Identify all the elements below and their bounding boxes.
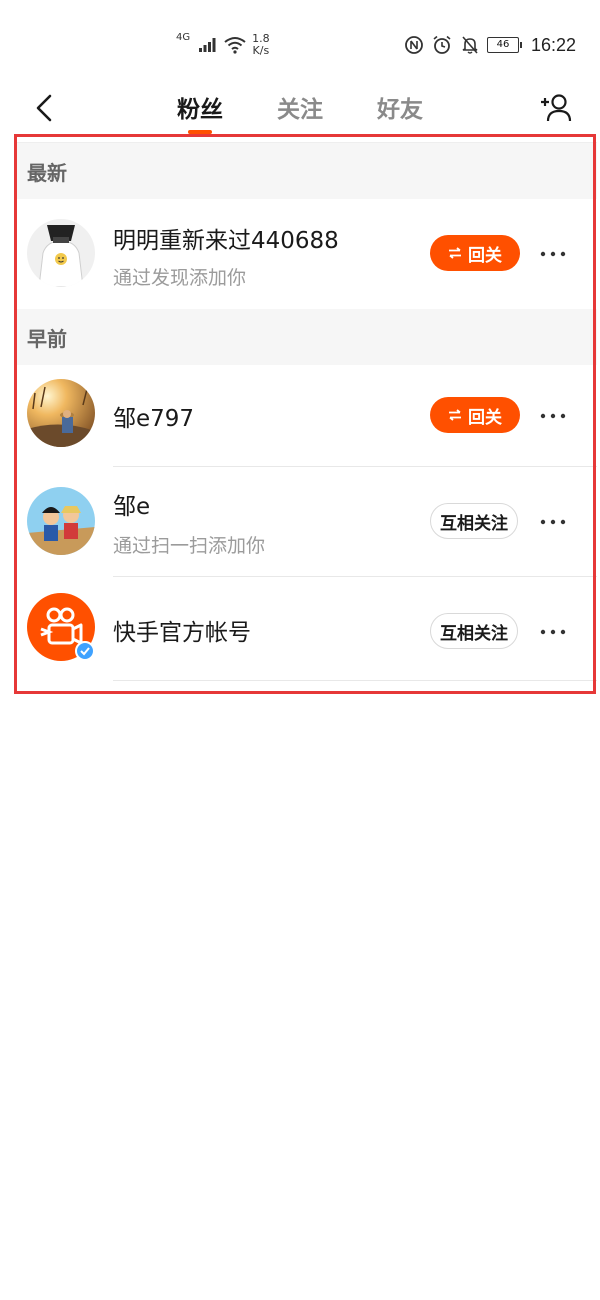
mute-icon [459,34,481,56]
more-dots-icon [540,519,566,525]
network-type: 4G [176,31,191,43]
tab-following[interactable]: 关注 [277,80,323,140]
alarm-icon [431,34,453,56]
user-name[interactable]: 邹e797 [113,399,194,433]
user-name[interactable]: 邹e [113,487,150,521]
tab-friends[interactable]: 好友 [377,80,423,140]
row-divider [113,680,597,681]
list-item[interactable]: 快手官方帐号 互相关注 [17,577,597,681]
tab-bar: 粉丝 关注 好友 [0,80,600,140]
add-user-icon [541,94,572,122]
more-dots-icon [540,413,566,419]
list-item[interactable]: 明明重新来过440688 通过发现添加你 回关 [17,199,597,309]
more-options-button[interactable] [537,617,569,647]
status-bar: 4G 1.8 K/s 46 16:22 [0,0,600,80]
tab-fans[interactable]: 粉丝 [177,80,223,140]
mutual-follow-button[interactable]: 互相关注 [430,613,518,649]
user-source: 通过发现添加你 [113,267,247,289]
top-nav: 粉丝 关注 好友 [0,80,600,140]
follow-back-label: 回关 [468,245,502,266]
clock: 16:22 [530,34,576,55]
avatar[interactable] [27,219,95,287]
follow-back-button[interactable]: 回关 [430,235,520,271]
more-options-button[interactable] [537,239,569,269]
nfc-icon [403,34,425,56]
section-header-earlier: 早前 [17,309,597,365]
battery-icon: 46 [486,37,522,53]
net-speed-unit: K/s [252,44,270,57]
swap-arrows-icon [449,247,461,259]
avatar[interactable] [27,487,95,555]
more-dots-icon [540,251,566,257]
user-name[interactable]: 明明重新来过440688 [113,221,339,255]
more-options-button[interactable] [537,507,569,537]
mutual-follow-button[interactable]: 互相关注 [430,503,518,539]
section-header-latest: 最新 [17,143,597,199]
user-source: 通过扫一扫添加你 [113,535,266,557]
swap-arrows-icon [449,409,461,421]
follow-back-button[interactable]: 回关 [430,397,520,433]
follow-back-label: 回关 [468,407,502,428]
add-user-button[interactable] [536,88,576,128]
fans-list: 最新 明明重新来过440688 通过发现添加你 回关 早前 邹e797 回关 邹… [17,142,597,681]
more-dots-icon [540,629,566,635]
signal-icon [196,34,218,56]
verified-badge-icon [75,641,95,661]
avatar[interactable] [27,379,95,447]
status-right: 46 16:22 [403,30,576,60]
net-speed: 1.8 K/s [252,33,270,57]
list-item[interactable]: 邹e 通过扫一扫添加你 互相关注 [17,467,597,577]
more-options-button[interactable] [537,401,569,431]
list-item[interactable]: 邹e797 回关 [17,365,597,467]
avatar[interactable] [27,593,95,661]
wifi-icon [224,34,246,56]
status-left: 4G 1.8 K/s [176,30,270,60]
user-name[interactable]: 快手官方帐号 [113,613,251,647]
